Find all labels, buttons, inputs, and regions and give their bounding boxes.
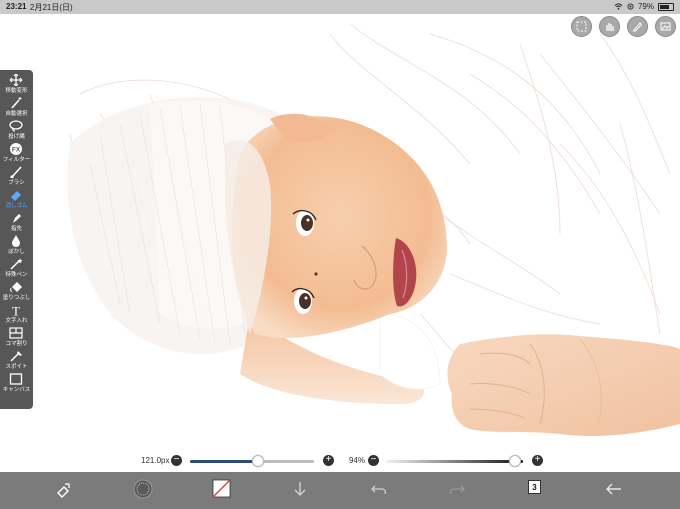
status-bar: 23:21 2月21日(日) 79% <box>0 0 680 14</box>
tool-label: フィルター <box>2 157 31 163</box>
download-button[interactable] <box>289 478 311 500</box>
frame-divider-icon <box>9 327 23 339</box>
svg-text:T: T <box>12 304 20 316</box>
status-right: 79% <box>614 2 674 11</box>
back-button[interactable] <box>603 478 625 500</box>
tool-frame-divider[interactable]: コマ割り <box>0 325 33 348</box>
back-arrow-icon <box>606 483 621 495</box>
tool-label: ブラシ <box>8 180 25 186</box>
color-swatch-icon <box>212 479 231 498</box>
layers-button[interactable]: 3 <box>525 478 547 500</box>
opacity-value: 94% <box>349 456 366 465</box>
redo-icon <box>449 485 465 495</box>
eraser-icon <box>11 191 21 201</box>
tool-brush[interactable]: ブラシ <box>0 164 33 187</box>
blur-drop-icon <box>12 235 20 247</box>
tool-fill[interactable]: 塗りつぶし <box>0 279 33 302</box>
magic-wand-icon <box>11 97 22 109</box>
smudge-icon <box>13 214 21 223</box>
canvas-icon <box>9 373 23 385</box>
brush-size-knob[interactable] <box>252 455 265 467</box>
eyedropper-icon <box>10 351 22 362</box>
tool-label: 移動変形 <box>5 88 28 94</box>
tool-sidebar: 移動変形 自動選択 投げ縄 FX フィルター ブラシ 消しゴム 指先 ぼかし 特… <box>0 70 33 409</box>
special-pen-icon <box>10 258 23 270</box>
orientation-lock-icon <box>627 3 634 10</box>
battery-percent: 79% <box>637 2 654 11</box>
tool-label: コマ割り <box>5 341 28 347</box>
battery-icon <box>658 2 674 11</box>
status-date: 2月21日(日) <box>30 3 73 12</box>
opacity-slider[interactable] <box>386 460 523 463</box>
tool-label: スポイト <box>5 364 28 370</box>
text-icon: T <box>12 304 20 316</box>
fill-bucket-icon <box>10 282 22 292</box>
brush-size-value: 121.0px <box>141 456 170 465</box>
bottom-toolbar: 3 <box>0 472 680 509</box>
brush-settings-icon <box>57 483 70 498</box>
opacity-increase-button[interactable]: + <box>532 455 543 466</box>
tool-lasso[interactable]: 投げ縄 <box>0 118 33 141</box>
opacity-knob[interactable] <box>508 455 521 467</box>
undo-button[interactable] <box>368 478 390 500</box>
tool-smudge[interactable]: 指先 <box>0 210 33 233</box>
tool-label: 消しゴム <box>5 203 28 209</box>
hand-icon <box>606 23 614 31</box>
tool-filter[interactable]: FX フィルター <box>0 141 33 164</box>
brush-size-decrease-button[interactable]: − <box>171 455 182 466</box>
tool-label: 塗りつぶし <box>2 295 31 301</box>
drawing-canvas[interactable] <box>0 14 680 448</box>
undo-icon <box>371 485 387 495</box>
opacity-decrease-button[interactable]: − <box>368 455 379 466</box>
tool-special-pen[interactable]: 特殊ペン <box>0 256 33 279</box>
slider-row: 121.0px − + 94% − + <box>0 452 680 470</box>
tool-magic-wand[interactable]: 自動選択 <box>0 95 33 118</box>
selection-icon <box>576 21 587 32</box>
status-time: 23:21 <box>6 2 27 11</box>
tool-blur[interactable]: ぼかし <box>0 233 33 256</box>
brush-icon <box>10 166 22 178</box>
brush-size-fill <box>190 460 259 463</box>
tool-label: 特殊ペン <box>5 272 28 278</box>
tool-move-transform[interactable]: 移動変形 <box>0 72 33 95</box>
tool-label: 指先 <box>10 226 22 232</box>
gallery-icon <box>660 22 671 31</box>
tool-label: ぼかし <box>8 249 25 255</box>
layers-icon: 3 <box>528 480 541 494</box>
redo-button[interactable] <box>446 478 468 500</box>
gallery-button[interactable] <box>655 16 676 37</box>
tool-canvas[interactable]: キャンバス <box>0 371 33 394</box>
tool-label: 投げ縄 <box>8 134 25 140</box>
tool-eyedropper[interactable]: スポイト <box>0 348 33 371</box>
filter-icon: FX <box>10 143 22 155</box>
brush-preview-button[interactable] <box>132 478 154 500</box>
brush-settings-button[interactable] <box>53 478 75 500</box>
selection-button[interactable] <box>571 16 592 37</box>
artwork-illustration <box>67 23 680 436</box>
color-swatch-button[interactable] <box>211 478 233 500</box>
hand-button[interactable] <box>599 16 620 37</box>
pen-icon <box>632 22 643 32</box>
tool-label: キャンバス <box>2 387 31 393</box>
download-icon <box>294 482 306 496</box>
tool-eraser[interactable]: 消しゴム <box>0 187 33 210</box>
lasso-icon <box>9 120 23 132</box>
tool-text[interactable]: T 文字入れ <box>0 302 33 325</box>
move-transform-icon <box>9 74 23 86</box>
brush-preview-icon <box>133 479 153 499</box>
tool-label: 文字入れ <box>5 318 28 324</box>
wifi-icon <box>614 3 623 10</box>
svg-text:FX: FX <box>12 147 21 154</box>
tool-label: 自動選択 <box>5 111 28 117</box>
pen-button[interactable] <box>627 16 648 37</box>
brush-size-increase-button[interactable]: + <box>323 455 334 466</box>
